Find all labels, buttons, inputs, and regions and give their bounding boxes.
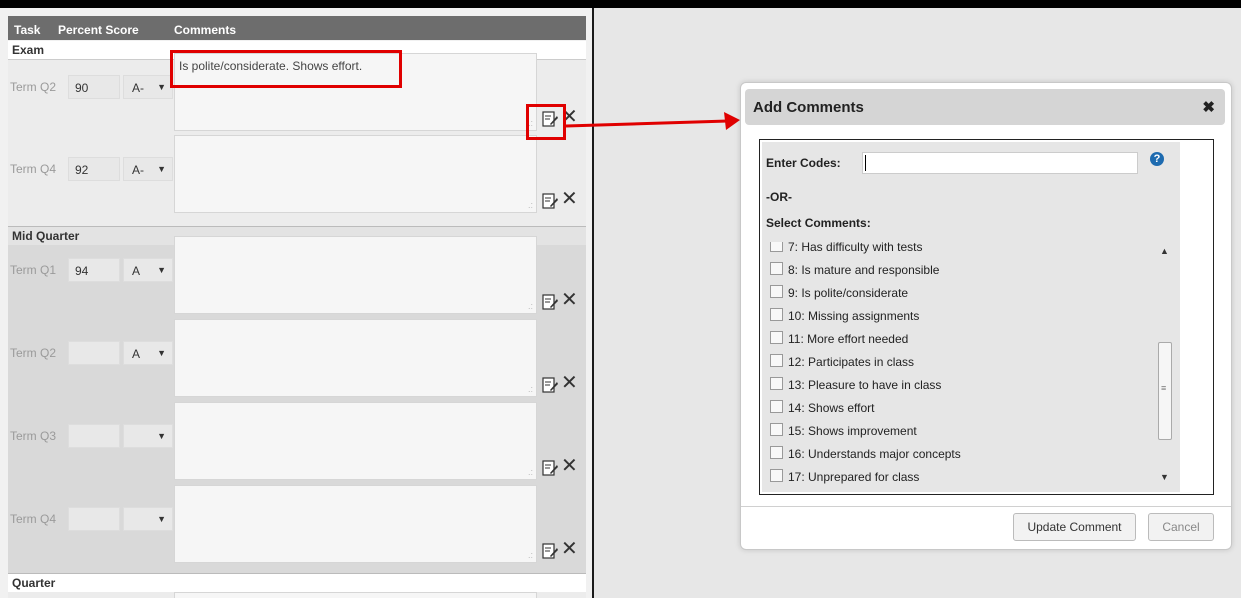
delete-icon[interactable]: ✕ — [561, 290, 578, 310]
dropdown-arrow-icon: ▼ — [157, 265, 166, 275]
comment-textarea[interactable]: .: — [174, 485, 537, 563]
score-select[interactable]: ▼ — [123, 507, 173, 531]
dialog-title: Add Comments — [753, 99, 864, 116]
select-comments-label: Select Comments: — [766, 216, 871, 230]
checkbox[interactable] — [770, 262, 783, 275]
checkbox[interactable] — [770, 285, 783, 298]
checkbox[interactable] — [770, 423, 783, 436]
score-select[interactable]: A ▼ — [123, 258, 173, 282]
delete-icon[interactable]: ✕ — [561, 373, 578, 393]
resize-grip-icon: .: — [527, 550, 533, 560]
comment-textarea[interactable]: .: — [174, 319, 537, 397]
grade-row: Term Q2 A ▼ .: ✕ — [8, 319, 586, 399]
checkbox[interactable] — [770, 242, 783, 252]
score-select[interactable]: A ▼ — [123, 341, 173, 365]
grade-panel: Task Percent Score Comments Exam Mid Qua… — [0, 8, 594, 598]
annotation-arrow — [566, 112, 740, 130]
dropdown-arrow-icon: ▼ — [157, 431, 166, 441]
edit-comment-icon[interactable] — [541, 192, 559, 210]
percent-input[interactable]: 92 — [68, 157, 120, 181]
close-icon[interactable]: ✖ — [1202, 98, 1215, 116]
term-label: Term Q1 — [10, 263, 57, 277]
scroll-down-icon[interactable]: ▼ — [1160, 472, 1169, 482]
percent-input[interactable] — [68, 507, 120, 531]
resize-grip-icon: .: — [527, 200, 533, 210]
dropdown-arrow-icon: ▼ — [157, 514, 166, 524]
dialog-inner-panel: Enter Codes: ? -OR- Select Comments: 7: … — [762, 142, 1180, 492]
checkbox[interactable] — [770, 354, 783, 367]
codes-input[interactable] — [862, 152, 1138, 174]
enter-codes-label: Enter Codes: — [766, 156, 841, 170]
score-select[interactable]: A- ▼ — [123, 75, 173, 99]
resize-grip-icon: .: — [527, 384, 533, 394]
resize-grip-icon: .: — [527, 301, 533, 311]
delete-icon[interactable]: ✕ — [561, 189, 578, 209]
comments-column-header: Comments — [174, 23, 237, 37]
term-label: Term Q4 — [10, 162, 57, 176]
text-cursor — [865, 155, 866, 171]
term-label: Term Q2 — [10, 80, 57, 94]
grade-row: Term Q4 ▼ .: ✕ — [8, 485, 586, 565]
edit-comment-icon[interactable] — [541, 293, 559, 311]
scrollbar[interactable]: ▲ ≡ ▼ — [1156, 242, 1174, 486]
checkbox[interactable] — [770, 308, 783, 321]
scroll-up-icon[interactable]: ▲ — [1160, 246, 1169, 256]
dialog-body: Enter Codes: ? -OR- Select Comments: 7: … — [759, 139, 1214, 495]
resize-grip-icon: .: — [527, 467, 533, 477]
term-label: Term Q4 — [10, 512, 57, 526]
checkbox[interactable] — [770, 400, 783, 413]
comment-textarea[interactable] — [174, 592, 537, 598]
checkbox[interactable] — [770, 377, 783, 390]
comment-textarea[interactable]: .: — [174, 236, 537, 314]
percent-column-header: Percent Score — [58, 23, 139, 37]
grade-row: Term Q3 ▼ .: ✕ — [8, 402, 586, 482]
delete-icon[interactable]: ✕ — [561, 456, 578, 476]
grip-icon: ≡ — [1161, 383, 1167, 393]
term-label: Term Q2 — [10, 346, 57, 360]
grade-row: Term Q4 92 A- ▼ .: ✕ — [8, 135, 586, 215]
edit-comment-icon[interactable] — [541, 376, 559, 394]
comment-list[interactable]: 7: Has difficulty with tests 8: Is matur… — [766, 242, 1176, 486]
or-label: -OR- — [766, 190, 792, 204]
comment-textarea[interactable]: .: — [174, 402, 537, 480]
task-column-header: Task — [14, 23, 41, 37]
term-label: Term Q3 — [10, 429, 57, 443]
comment-textarea[interactable]: .: — [174, 135, 537, 213]
delete-icon[interactable]: ✕ — [561, 539, 578, 559]
dialog-title-bar: Add Comments ✖ — [745, 89, 1225, 125]
top-border — [0, 0, 1241, 8]
help-icon[interactable]: ? — [1150, 152, 1164, 166]
cancel-button[interactable]: Cancel — [1148, 513, 1214, 541]
grade-row: Term Q1 94 A ▼ .: ✕ — [8, 236, 586, 316]
dialog-divider — [741, 506, 1231, 507]
add-comments-dialog: Add Comments ✖ Enter Codes: ? -OR- Selec… — [740, 82, 1232, 550]
dropdown-arrow-icon: ▼ — [157, 82, 166, 92]
section-quarter: Quarter — [8, 573, 586, 592]
dropdown-arrow-icon: ▼ — [157, 348, 166, 358]
dropdown-arrow-icon: ▼ — [157, 164, 166, 174]
score-select[interactable]: A- ▼ — [123, 157, 173, 181]
percent-input[interactable]: 94 — [68, 258, 120, 282]
column-header: Task Percent Score Comments — [8, 16, 586, 40]
score-select[interactable]: ▼ — [123, 424, 173, 448]
checkbox[interactable] — [770, 331, 783, 344]
checkbox[interactable] — [770, 469, 783, 482]
edit-comment-icon[interactable] — [541, 542, 559, 560]
percent-input[interactable] — [68, 341, 120, 365]
percent-input[interactable]: 90 — [68, 75, 120, 99]
checkbox[interactable] — [770, 446, 783, 459]
update-comment-button[interactable]: Update Comment — [1013, 513, 1136, 541]
edit-comment-icon[interactable] — [541, 459, 559, 477]
percent-input[interactable] — [68, 424, 120, 448]
scrollbar-thumb[interactable]: ≡ — [1158, 342, 1172, 440]
highlight-edit-icon-box — [526, 104, 566, 140]
highlight-comment-box — [170, 50, 402, 88]
